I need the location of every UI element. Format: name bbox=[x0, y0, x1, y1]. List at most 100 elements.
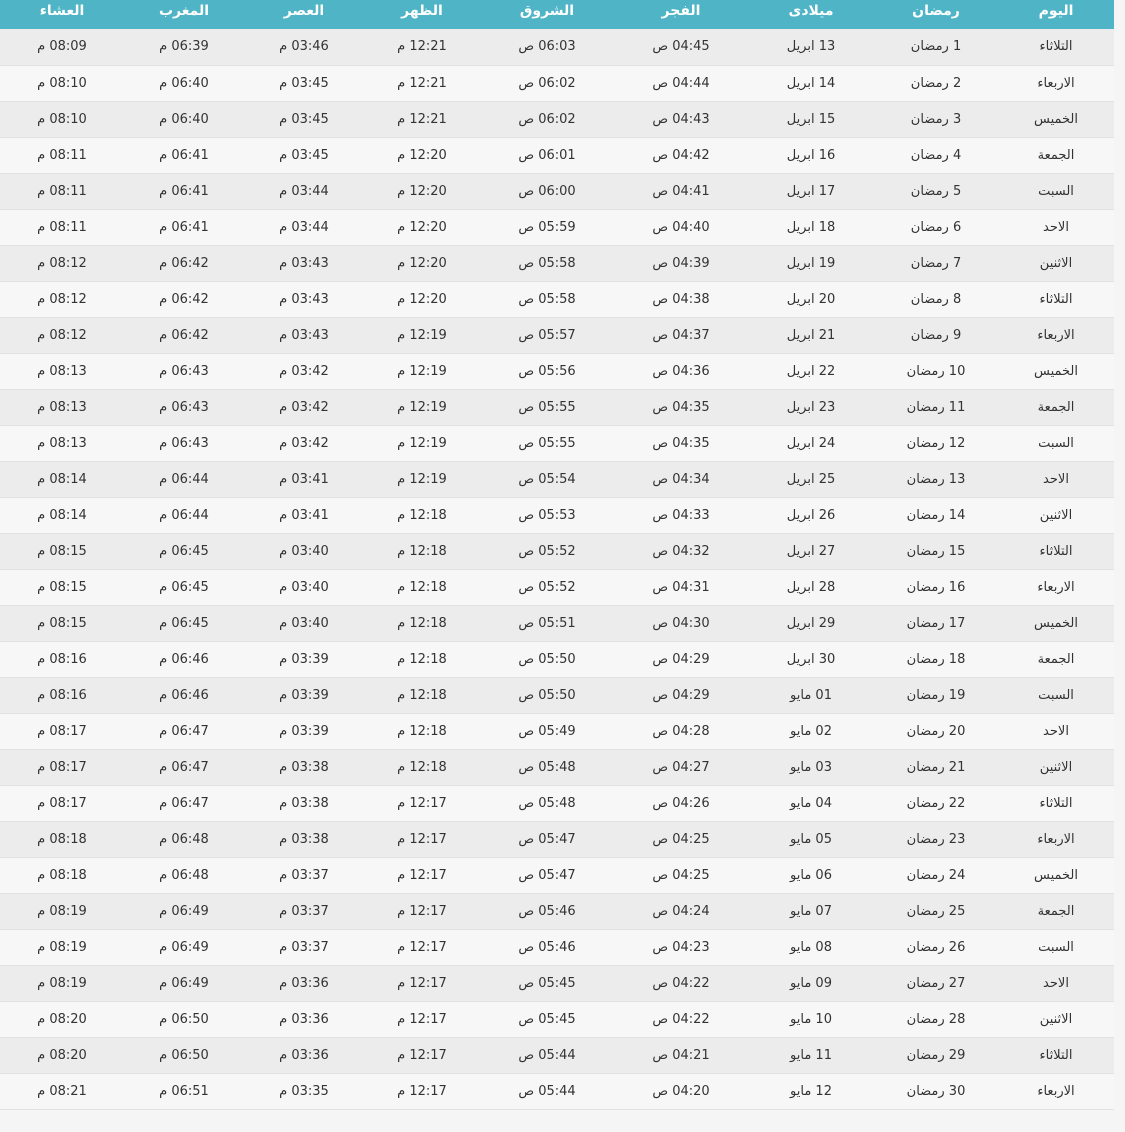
cell-asr: 03:39 م bbox=[279, 651, 329, 667]
cell-shuruq: 05:55 ص bbox=[518, 399, 576, 415]
cell-miladi: 12 مايو bbox=[790, 1083, 832, 1099]
cell-isha: 08:17 م bbox=[37, 723, 87, 739]
cell-fajr: 04:25 ص bbox=[652, 831, 710, 847]
cell-fajr: 04:29 ص bbox=[652, 651, 710, 667]
cell-isha: 08:10 م bbox=[37, 111, 87, 127]
table-row: السبت 19 رمضان 01 مايو 04:29 ص 05:50 ص 12:18 … bbox=[0, 677, 1114, 713]
cell-day: الاثنين bbox=[1039, 1011, 1073, 1027]
cell-fajr: 04:35 ص bbox=[652, 399, 710, 415]
cell-zuhr: 12:17 م bbox=[397, 939, 447, 955]
cell-shuruq: 05:50 ص bbox=[518, 651, 576, 667]
cell-zuhr: 12:21 م bbox=[397, 75, 447, 91]
cell-zuhr: 12:17 م bbox=[397, 867, 447, 883]
cell-miladi: 14 ابريل bbox=[786, 75, 836, 91]
cell-shuruq: 05:54 ص bbox=[518, 471, 576, 487]
cell-asr: 03:43 م bbox=[279, 255, 329, 271]
cell-zuhr: 12:18 م bbox=[397, 579, 447, 595]
cell-isha: 08:14 م bbox=[37, 471, 87, 487]
cell-ramadan: 17 رمضان bbox=[906, 615, 966, 631]
cell-fajr: 04:40 ص bbox=[652, 219, 710, 235]
cell-shuruq: 05:53 ص bbox=[518, 507, 576, 523]
cell-day: الاحد bbox=[1043, 471, 1069, 487]
table-row: الجمعة 4 رمضان 16 ابريل 04:42 ص 06:01 ص 12:20… bbox=[0, 137, 1114, 173]
cell-miladi: 09 مايو bbox=[790, 975, 832, 991]
cell-miladi: 28 ابريل bbox=[786, 579, 836, 595]
cell-asr: 03:45 م bbox=[279, 147, 329, 163]
cell-day: الجمعة bbox=[1037, 399, 1075, 415]
cell-zuhr: 12:18 م bbox=[397, 723, 447, 739]
cell-miladi: 10 مايو bbox=[790, 1011, 832, 1027]
cell-asr: 03:44 م bbox=[279, 219, 329, 235]
cell-maghrib: 06:40 م bbox=[159, 75, 209, 91]
cell-day: السبت bbox=[1038, 183, 1074, 199]
cell-fajr: 04:21 ص bbox=[652, 1047, 710, 1063]
header-miladi: ميلادى bbox=[788, 3, 834, 19]
cell-maghrib: 06:40 م bbox=[159, 111, 209, 127]
cell-fajr: 04:22 ص bbox=[652, 975, 710, 991]
cell-asr: 03:37 م bbox=[279, 939, 329, 955]
cell-day: الاحد bbox=[1043, 723, 1069, 739]
cell-zuhr: 12:19 م bbox=[397, 363, 447, 379]
table-row: الاحد 27 رمضان 09 مايو 04:22 ص 05:45 ص 12:17 … bbox=[0, 965, 1114, 1001]
cell-shuruq: 05:45 ص bbox=[518, 975, 576, 991]
cell-maghrib: 06:46 م bbox=[159, 687, 209, 703]
cell-miladi: 13 ابريل bbox=[786, 39, 836, 55]
table-row: الاثنين 7 رمضان 19 ابريل 04:39 ص 05:58 ص 12:2… bbox=[0, 245, 1114, 281]
header-isha: العشاء bbox=[39, 3, 85, 19]
table-row: الاثنين 21 رمضان 03 مايو 04:27 ص 05:48 ص 12:1… bbox=[0, 749, 1114, 785]
cell-zuhr: 12:18 م bbox=[397, 687, 447, 703]
table-body: التلاثاء 1 رمضان 13 ابريل 04:45 ص 06:03 ص 12:… bbox=[0, 29, 1114, 1109]
cell-day: التلاثاء bbox=[1039, 39, 1073, 55]
cell-fajr: 04:28 ص bbox=[652, 723, 710, 739]
cell-shuruq: 05:52 ص bbox=[518, 579, 576, 595]
table-header: اليوم رمضان ميلادى الفجر الشروق الظهر ال… bbox=[0, 0, 1114, 29]
table-row: الاربعاء 2 رمضان 14 ابريل 04:44 ص 06:02 ص 12:… bbox=[0, 65, 1114, 101]
cell-ramadan: 5 رمضان bbox=[910, 183, 962, 199]
cell-day: الخميس bbox=[1034, 615, 1078, 631]
cell-day: الخميس bbox=[1034, 111, 1078, 127]
cell-maghrib: 06:47 م bbox=[159, 759, 209, 775]
header-row: اليوم رمضان ميلادى الفجر الشروق الظهر ال… bbox=[0, 0, 1114, 29]
cell-miladi: 17 ابريل bbox=[786, 183, 836, 199]
cell-ramadan: 2 رمضان bbox=[910, 75, 962, 91]
cell-fajr: 04:23 ص bbox=[652, 939, 710, 955]
cell-day: الاحد bbox=[1043, 975, 1069, 991]
cell-maghrib: 06:45 م bbox=[159, 615, 209, 631]
cell-miladi: 02 مايو bbox=[790, 723, 832, 739]
cell-asr: 03:41 م bbox=[279, 471, 329, 487]
cell-asr: 03:39 م bbox=[279, 687, 329, 703]
cell-fajr: 04:25 ص bbox=[652, 867, 710, 883]
cell-asr: 03:39 م bbox=[279, 723, 329, 739]
cell-ramadan: 4 رمضان bbox=[910, 147, 962, 163]
cell-asr: 03:44 م bbox=[279, 183, 329, 199]
cell-ramadan: 3 رمضان bbox=[910, 111, 962, 127]
table-row: الاثنين 28 رمضان 10 مايو 04:22 ص 05:45 ص 12:1… bbox=[0, 1001, 1114, 1037]
cell-ramadan: 28 رمضان bbox=[906, 1011, 966, 1027]
cell-ramadan: 16 رمضان bbox=[906, 579, 966, 595]
cell-ramadan: 13 رمضان bbox=[906, 471, 966, 487]
cell-zuhr: 12:20 م bbox=[397, 291, 447, 307]
cell-maghrib: 06:45 م bbox=[159, 579, 209, 595]
cell-shuruq: 05:55 ص bbox=[518, 435, 576, 451]
table-row: السبت 12 رمضان 24 ابريل 04:35 ص 05:55 ص 12:19… bbox=[0, 425, 1114, 461]
table-row: الخميس 10 رمضان 22 ابريل 04:36 ص 05:56 ص 12:1… bbox=[0, 353, 1114, 389]
cell-zuhr: 12:17 م bbox=[397, 831, 447, 847]
cell-miladi: 27 ابريل bbox=[786, 543, 836, 559]
cell-ramadan: 21 رمضان bbox=[906, 759, 966, 775]
cell-ramadan: 7 رمضان bbox=[910, 255, 962, 271]
header-fajr: الفجر bbox=[661, 3, 701, 19]
cell-shuruq: 05:50 ص bbox=[518, 687, 576, 703]
cell-asr: 03:36 م bbox=[279, 1047, 329, 1063]
cell-isha: 08:12 م bbox=[37, 255, 87, 271]
cell-day: الخميس bbox=[1034, 363, 1078, 379]
cell-ramadan: 11 رمضان bbox=[906, 399, 966, 415]
cell-shuruq: 05:49 ص bbox=[518, 723, 576, 739]
cell-miladi: 19 ابريل bbox=[786, 255, 836, 271]
cell-zuhr: 12:17 م bbox=[397, 903, 447, 919]
cell-fajr: 04:27 ص bbox=[652, 759, 710, 775]
cell-day: الاربعاء bbox=[1037, 75, 1075, 91]
cell-fajr: 04:35 ص bbox=[652, 435, 710, 451]
cell-shuruq: 05:47 ص bbox=[518, 831, 576, 847]
cell-maghrib: 06:49 م bbox=[159, 939, 209, 955]
cell-day: التلاثاء bbox=[1039, 1047, 1073, 1063]
